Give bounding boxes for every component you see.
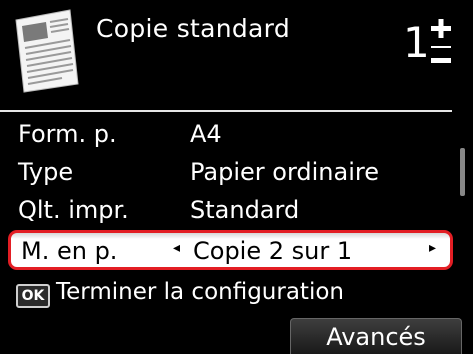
arrow-left-icon[interactable]: ◂ [173,240,180,256]
printer-lcd-screen: Copie standard 1 Form. p. A4 Type Papier… [0,0,473,354]
setting-value: A4 [190,120,222,148]
setting-row-media-type[interactable]: Type Papier ordinaire [18,156,448,190]
setting-value: Copie 2 sur 1 [193,237,353,265]
header-divider [0,110,452,112]
setting-row-print-quality[interactable]: Qlt. impr. Standard [18,194,448,228]
arrow-right-icon[interactable]: ▸ [429,240,436,256]
setting-value: Standard [190,196,300,224]
setting-label: Type [18,158,74,186]
setting-label: Form. p. [18,120,117,148]
plus-minus-stepper-icon[interactable] [430,18,452,70]
ok-hint-text: Terminer la configuration [56,279,344,305]
setting-label: Qlt. impr. [18,196,129,224]
copies-count: 1 [403,18,430,67]
setting-value: Papier ordinaire [190,158,379,186]
advanced-button[interactable]: Avancés [290,318,462,354]
scrollbar[interactable] [460,148,465,196]
document-thumbnail-icon [15,9,79,93]
setting-row-paper-size[interactable]: Form. p. A4 [18,118,448,152]
setting-row-layout-selected[interactable]: M. en p. ◂ Copie 2 sur 1 ▸ [8,230,453,270]
setting-label: M. en p. [21,237,118,265]
page-title: Copie standard [96,14,290,43]
ok-button-icon: OK [16,284,50,308]
